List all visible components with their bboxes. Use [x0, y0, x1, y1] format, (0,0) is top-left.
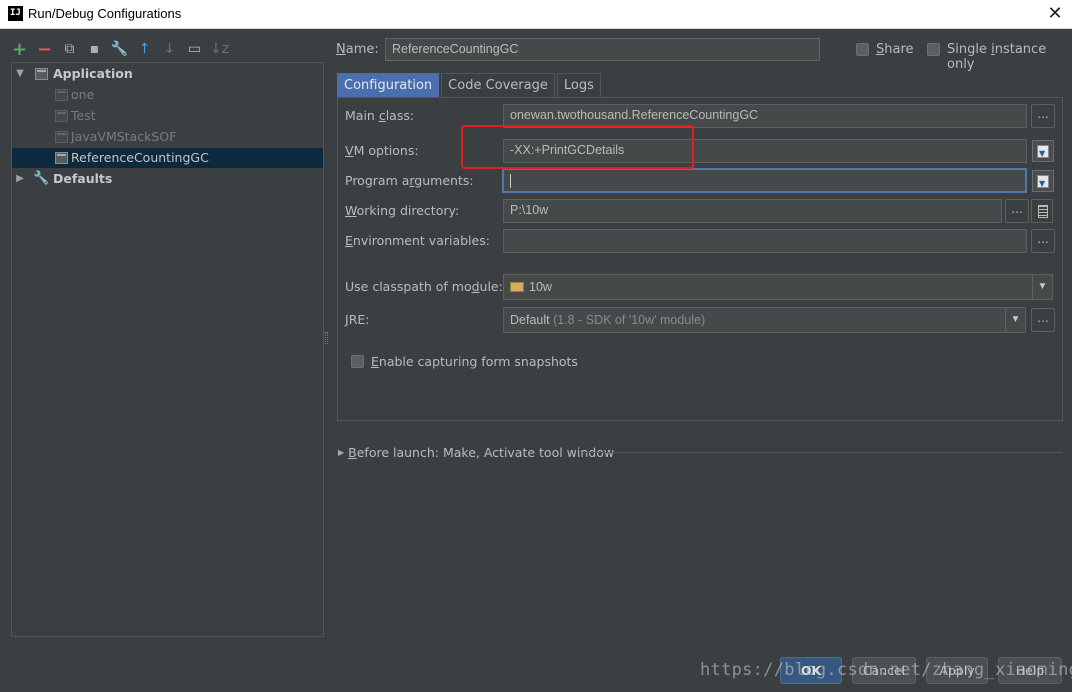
ok-button[interactable]: OK [780, 657, 842, 684]
snapshots-checkbox[interactable] [351, 355, 364, 368]
share-checkbox[interactable] [856, 43, 869, 56]
configurations-tree[interactable]: ▼ Application one Test JavaVMStackSOF Re… [11, 62, 324, 637]
tree-label-defaults: Defaults [53, 171, 113, 186]
move-down-icon[interactable]: ↓ [160, 40, 179, 59]
jre-select[interactable]: Default (1.8 - SDK of '10w' module) ▼ [503, 307, 1026, 333]
vm-options-expand-icon[interactable] [1032, 140, 1054, 164]
environment-variables-edit-button[interactable]: ... [1031, 229, 1055, 253]
tree-node-defaults[interactable]: ▶ 🔧 Defaults [12, 169, 323, 189]
wrench-icon[interactable]: 🔧 [110, 40, 129, 59]
collapsed-arrow-icon[interactable]: ▶ [338, 448, 344, 457]
tree-item-referencecountinggc[interactable]: ReferenceCountingGC [12, 148, 323, 168]
classpath-module-label: Use classpath of module: [345, 279, 503, 294]
copy-icon[interactable]: ⧉ [60, 40, 79, 59]
application-icon [55, 110, 68, 122]
tree-item-label: ReferenceCountingGC [71, 150, 209, 165]
move-up-icon[interactable]: ↑ [135, 40, 154, 59]
tree-item-label: one [71, 87, 95, 102]
program-arguments-expand-icon[interactable] [1032, 170, 1054, 194]
config-tabs: Configuration Code Coverage Logs [337, 73, 603, 97]
classpath-module-value: 10w [529, 280, 552, 294]
tree-item-label: JavaVMStackSOF [71, 129, 177, 144]
working-directory-field[interactable]: P:\10w [503, 199, 1002, 223]
main-class-browse-button[interactable]: ... [1031, 104, 1055, 128]
jre-label: JRE: [345, 312, 370, 327]
application-icon [55, 89, 68, 101]
remove-icon[interactable]: − [35, 40, 54, 59]
jre-browse-button[interactable]: ... [1031, 308, 1055, 332]
share-label: Share [876, 42, 914, 57]
apply-button[interactable]: Apply [926, 657, 988, 684]
tree-label-application: Application [53, 66, 133, 81]
tree-item-test[interactable]: Test [12, 106, 323, 126]
collapsed-arrow-icon[interactable]: ▶ [14, 169, 26, 189]
single-instance-label: Single instance only [947, 42, 1047, 72]
tree-node-application[interactable]: ▼ Application [12, 64, 323, 84]
folder-icon[interactable]: ▭ [185, 40, 204, 59]
name-input[interactable]: ReferenceCountingGC [385, 38, 820, 61]
tab-logs[interactable]: Logs [556, 73, 601, 97]
close-icon[interactable]: ✕ [1044, 3, 1066, 25]
module-folder-icon [510, 281, 524, 292]
main-class-label: Main class: [345, 108, 415, 123]
help-button[interactable]: Help [998, 657, 1062, 684]
working-directory-label: Working directory: [345, 203, 460, 218]
program-arguments-field[interactable] [502, 168, 1027, 193]
tree-item-label: Test [71, 108, 96, 123]
application-icon [55, 152, 68, 164]
text-caret [510, 173, 511, 188]
before-launch-label: Before launch: Make, Activate tool windo… [348, 445, 615, 460]
wrench-icon: 🔧 [33, 171, 50, 186]
jre-hint: (1.8 - SDK of '10w' module) [553, 313, 706, 327]
expanded-arrow-icon[interactable]: ▼ [14, 64, 26, 84]
add-icon[interactable]: + [10, 40, 29, 59]
application-icon [55, 131, 68, 143]
splitter-grip[interactable] [325, 332, 328, 344]
vm-options-label: VM options: [345, 143, 419, 158]
tab-code-coverage[interactable]: Code Coverage [441, 73, 555, 97]
snapshots-label: Enable capturing form snapshots [371, 354, 578, 369]
sort-icon[interactable]: ↓z [210, 40, 229, 59]
working-directory-browse-button[interactable]: ... [1005, 199, 1029, 223]
tree-item-javavmstacksof[interactable]: JavaVMStackSOF [12, 127, 323, 147]
jre-value: Default [510, 313, 550, 327]
insert-macro-icon[interactable] [1031, 199, 1053, 223]
before-launch-toggle[interactable]: ▶ Before launch: Make, Activate tool win… [338, 445, 614, 460]
highlight-annotation-box [461, 125, 694, 169]
classpath-module-select[interactable]: 10w ▼ [503, 274, 1053, 300]
environment-variables-field[interactable] [503, 229, 1027, 253]
configurations-toolbar: + − ⧉ ▪ 🔧 ↑ ↓ ▭ ↓z [10, 39, 229, 59]
program-arguments-label: Program arguments: [345, 173, 474, 188]
name-label: Name: [336, 42, 379, 57]
intellij-app-icon: IJ [8, 6, 23, 21]
cancel-button[interactable]: Cancel [852, 657, 916, 684]
window-title: Run/Debug Configurations [28, 6, 182, 21]
application-icon [35, 68, 48, 80]
single-instance-checkbox[interactable] [927, 43, 940, 56]
tree-item-one[interactable]: one [12, 85, 323, 105]
save-icon[interactable]: ▪ [85, 40, 104, 59]
chevron-down-icon[interactable]: ▼ [1032, 275, 1052, 299]
title-bar: IJ Run/Debug Configurations ✕ [0, 0, 1072, 29]
tab-configuration[interactable]: Configuration [337, 73, 440, 97]
chevron-down-icon[interactable]: ▼ [1005, 308, 1025, 332]
before-launch-divider [582, 452, 1062, 453]
environment-variables-label: Environment variables: [345, 233, 490, 248]
